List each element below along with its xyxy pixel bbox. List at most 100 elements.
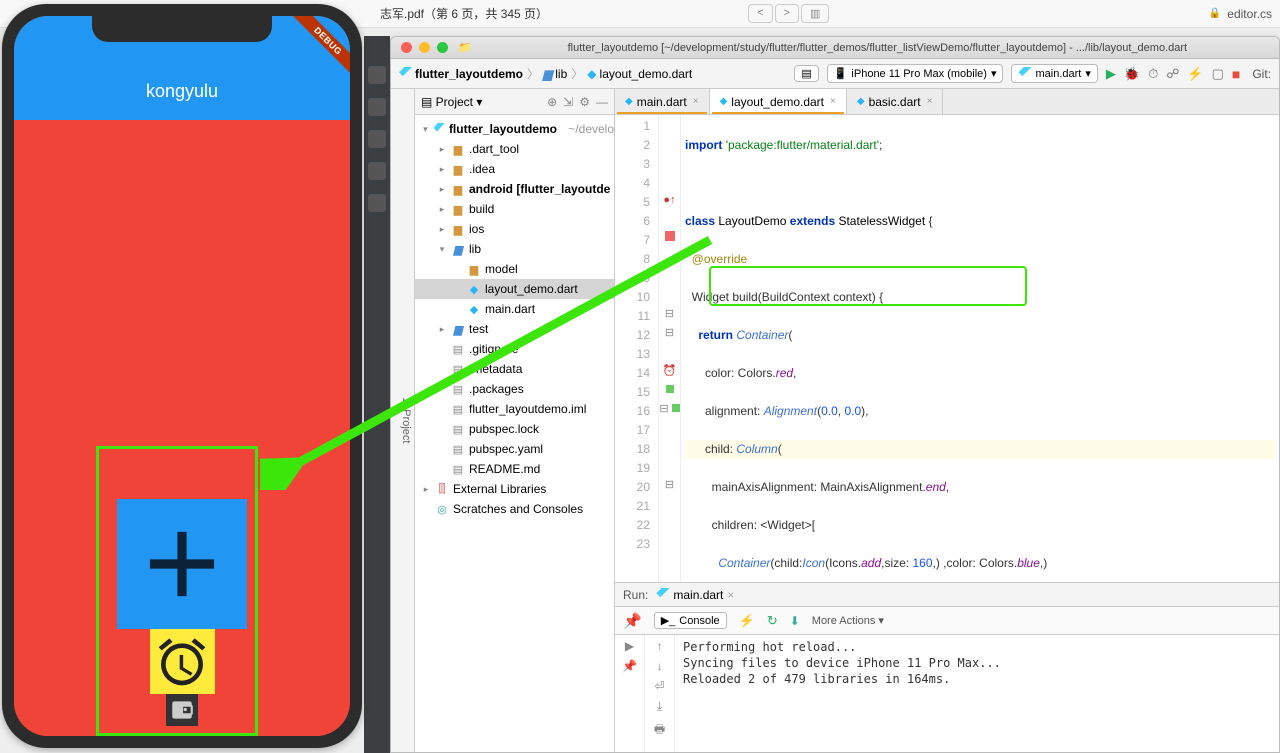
ide-window: 📁 flutter_layoutdemo [~/development/stud…: [390, 36, 1280, 753]
run-button[interactable]: ▶: [1106, 66, 1116, 82]
pin-icon[interactable]: 📌: [623, 612, 642, 630]
android-studio-left-toolstrip: [364, 36, 390, 753]
ide-titlebar[interactable]: 📁 flutter_layoutdemo [~/development/stud…: [391, 37, 1279, 59]
safari-nav-buttons: < > ▥: [748, 4, 829, 23]
ide-body: 1: Project Resource Manager Layout Captu…: [391, 89, 1279, 752]
tree-row[interactable]: ▤pubspec.lock: [415, 419, 614, 439]
flutter-logo-icon: [1018, 67, 1031, 80]
console-output[interactable]: Performing hot reload... Syncing files t…: [675, 635, 1279, 752]
soft-wrap-icon[interactable]: ⏎: [654, 679, 664, 693]
project-panel-header: ▤ Project ▾ ⊕ ⇲ ⚙ —: [415, 89, 614, 115]
pin-output-icon[interactable]: 📌: [622, 659, 637, 673]
rerun-icon[interactable]: ▶: [625, 639, 634, 653]
left-tool-bar[interactable]: 1: Project Resource Manager Layout Captu…: [391, 89, 415, 752]
breadcrumb[interactable]: flutter_layoutdemo 〉 ▆lib 〉 ◆layout_demo…: [399, 65, 692, 82]
run-body: ▶ 📌 ↑ ↓ ⏎ ⤓ 🖶 Performing hot reload... S…: [615, 635, 1279, 752]
tree-row[interactable]: ▤pubspec.yaml: [415, 439, 614, 459]
tree-row[interactable]: ◆main.dart: [415, 299, 614, 319]
safari-address[interactable]: 🔒 editor.cs: [1209, 7, 1272, 21]
external-libraries[interactable]: ▸⫿⫿External Libraries: [415, 479, 614, 499]
device-file-explorer-button[interactable]: ▤: [794, 65, 818, 82]
forward-button[interactable]: >: [775, 4, 799, 23]
zoom-window-icon[interactable]: [437, 42, 448, 53]
back-button[interactable]: <: [748, 4, 772, 23]
project-panel: ▤ Project ▾ ⊕ ⇲ ⚙ — ▾ flutter_layoutdemo…: [415, 89, 615, 752]
minimize-window-icon[interactable]: [419, 42, 430, 53]
profile-button[interactable]: ⏱: [1148, 66, 1158, 82]
code-content[interactable]: import 'package:flutter/material.dart'; …: [681, 115, 1279, 582]
flutter-logo-icon: [434, 123, 445, 136]
tree-row[interactable]: ▸▆android [flutter_layoutde: [415, 179, 614, 199]
run-side-nav[interactable]: ↑ ↓ ⏎ ⤓ 🖶: [645, 635, 675, 752]
project-view-selector[interactable]: ▤ Project ▾: [421, 95, 482, 109]
print-icon[interactable]: 🖶: [654, 720, 665, 741]
device-selector[interactable]: 📱 iPhone 11 Pro Max (mobile) ▾: [827, 64, 1004, 83]
editor-tabs: ◆main.dart×◆layout_demo.dart×◆basic.dart…: [615, 89, 1279, 115]
down-icon[interactable]: ↓: [657, 659, 663, 673]
stop-button[interactable]: ■: [1232, 66, 1240, 82]
run-toolbar: 📌 ▶_ Console ⚡ ↻ ⬇ More Actions ▾: [615, 607, 1279, 635]
window-title: flutter_layoutdemo [~/development/study/…: [476, 42, 1279, 54]
dart-file-icon: ◆: [587, 67, 596, 81]
hot-restart-icon[interactable]: ↻: [767, 613, 778, 629]
open-devtools-icon[interactable]: ⬇: [790, 614, 800, 628]
select-opened-file-icon[interactable]: ⊕: [547, 95, 557, 109]
tree-row[interactable]: ▤flutter_layoutdemo.iml: [415, 399, 614, 419]
notch: [92, 16, 272, 42]
tree-row[interactable]: ▤.metadata: [415, 359, 614, 379]
hide-panel-icon[interactable]: —: [596, 95, 608, 109]
run-tab[interactable]: main.dart ×: [656, 588, 734, 602]
debug-button[interactable]: 🐞: [1124, 66, 1140, 82]
sidebar-button[interactable]: ▥: [801, 4, 829, 23]
project-tree[interactable]: ▾ flutter_layoutdemo ~/develo ▸▆.dart_to…: [415, 115, 614, 752]
folder-icon: ▆: [543, 67, 552, 81]
traffic-lights[interactable]: [401, 42, 448, 53]
attach-button[interactable]: ☍: [1166, 66, 1179, 82]
hot-reload-icon[interactable]: ⚡: [739, 613, 755, 629]
scratches[interactable]: ◎Scratches and Consoles: [415, 499, 614, 519]
run-config-selector[interactable]: main.dart ▾: [1011, 64, 1097, 83]
tree-row[interactable]: ▾▆lib: [415, 239, 614, 259]
tree-row[interactable]: ▆model: [415, 259, 614, 279]
line-gutter: 1234567891011121314151617181920212223: [615, 115, 659, 582]
run-side-controls[interactable]: ▶ 📌: [615, 635, 645, 752]
devtools-button[interactable]: ▢: [1212, 66, 1224, 82]
close-window-icon[interactable]: [401, 42, 412, 53]
breadcrumb-file[interactable]: ◆layout_demo.dart: [587, 67, 692, 81]
expand-all-icon[interactable]: ⇲: [563, 95, 573, 109]
breadcrumb-folder[interactable]: ▆lib: [543, 67, 567, 81]
simulator-highlight-box: [96, 446, 258, 736]
editor-area: ◆main.dart×◆layout_demo.dart×◆basic.dart…: [615, 89, 1279, 752]
tree-row[interactable]: ▤.packages: [415, 379, 614, 399]
project-tool-tab[interactable]: 1: Project: [400, 397, 412, 443]
editor-tab[interactable]: ◆basic.dart×: [847, 89, 944, 114]
console-tab[interactable]: ▶_ Console: [654, 612, 727, 629]
tree-row[interactable]: ▸▆.dart_tool: [415, 139, 614, 159]
editor-tab[interactable]: ◆layout_demo.dart×: [710, 89, 847, 114]
tree-root[interactable]: ▾ flutter_layoutdemo ~/develo: [415, 119, 614, 139]
appbar-title: kongyulu: [146, 81, 218, 102]
breadcrumb-project[interactable]: flutter_layoutdemo: [399, 67, 523, 81]
tree-row[interactable]: ▸▆ios: [415, 219, 614, 239]
editor-tab[interactable]: ◆main.dart×: [615, 89, 710, 114]
hot-reload-button[interactable]: ⚡: [1187, 66, 1203, 82]
tree-row[interactable]: ▤.gitignore: [415, 339, 614, 359]
settings-icon[interactable]: ⚙: [579, 95, 590, 109]
tree-row[interactable]: ▸▆test: [415, 319, 614, 339]
code-editor[interactable]: 1234567891011121314151617181920212223 ●↑…: [615, 115, 1279, 582]
flutter-logo-icon: [656, 588, 669, 601]
run-panel: Run: main.dart × 📌 ▶_ Console ⚡ ↻ ⬇ More…: [615, 582, 1279, 752]
scroll-end-icon[interactable]: ⤓: [657, 699, 662, 714]
ide-toolbar: flutter_layoutdemo 〉 ▆lib 〉 ◆layout_demo…: [391, 59, 1279, 89]
tree-row[interactable]: ◆layout_demo.dart: [415, 279, 614, 299]
tree-row[interactable]: ▸▆build: [415, 199, 614, 219]
tree-row[interactable]: ▤README.md: [415, 459, 614, 479]
gutter-markers: ●↑⊟⊟⏰ ⊟ ⊟: [659, 115, 681, 582]
tree-row[interactable]: ▸▆.idea: [415, 159, 614, 179]
code-highlight-box: [709, 266, 1027, 306]
more-actions[interactable]: More Actions ▾: [812, 614, 884, 627]
background-pdf-title: 志军.pdf（第 6 页，共 345 页）: [380, 5, 548, 22]
run-panel-header: Run: main.dart ×: [615, 583, 1279, 607]
up-icon[interactable]: ↑: [657, 639, 663, 653]
flutter-logo-icon: [399, 67, 412, 80]
